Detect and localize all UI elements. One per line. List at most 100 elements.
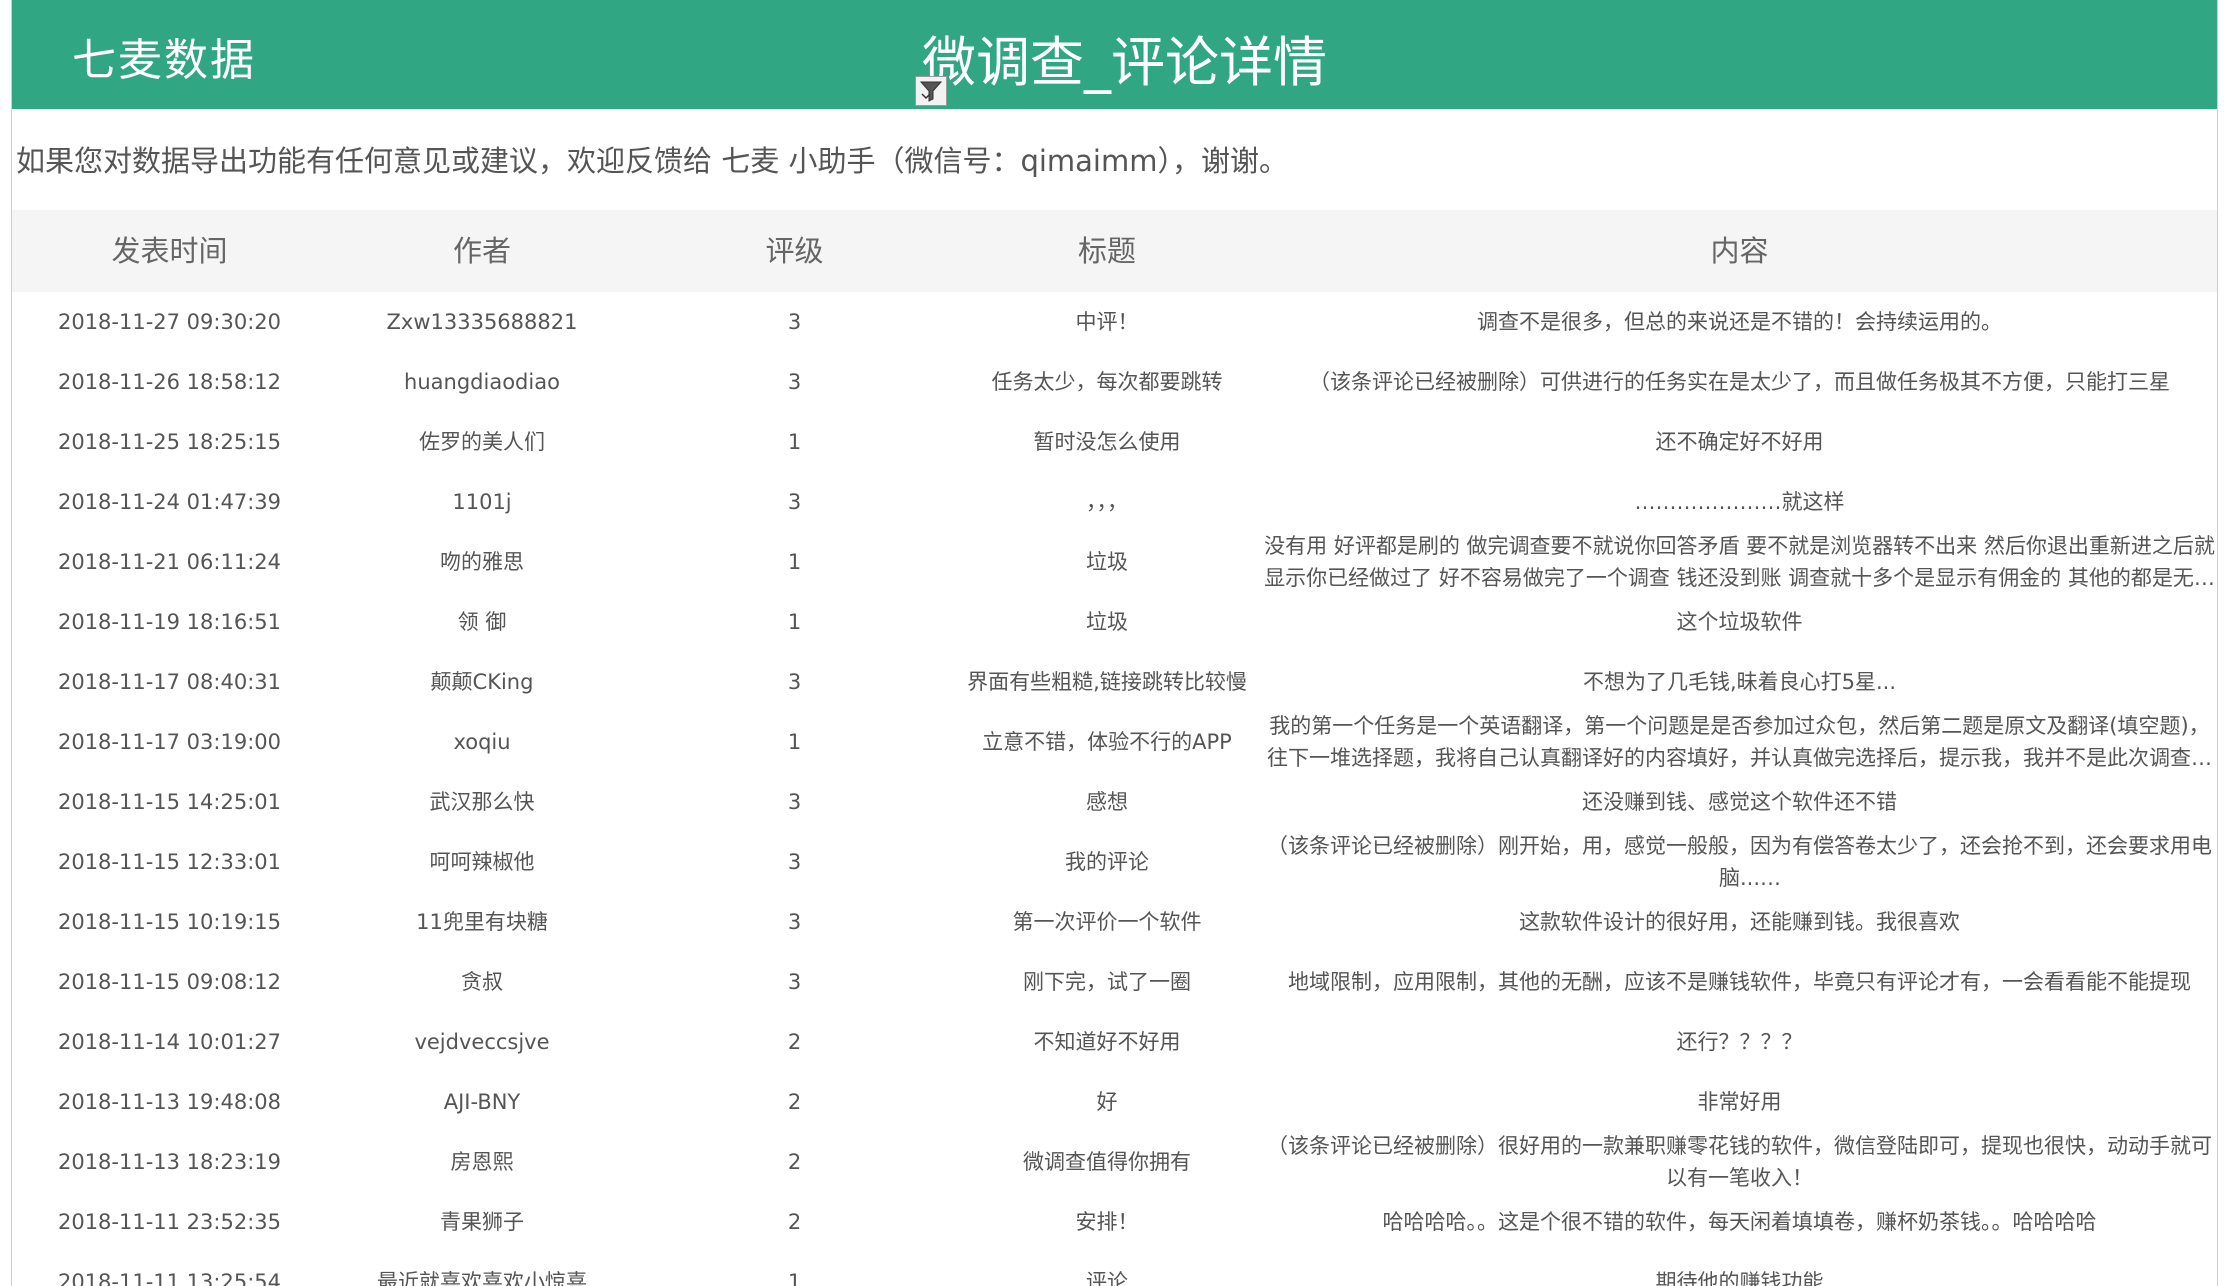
cell-title: 我的评论 <box>952 832 1262 892</box>
col-header-author[interactable]: 作者 <box>327 210 637 292</box>
cell-title: 评论 <box>952 1252 1262 1286</box>
cell-rating-text: 2 <box>787 1150 802 1174</box>
page-title: 微调查_评论详情 <box>922 31 1327 94</box>
cell-time-text: 2018-11-17 08:40:31 <box>57 670 282 694</box>
cell-author: 呵呵辣椒他 <box>327 832 637 892</box>
cell-rating: 3 <box>637 352 952 412</box>
cell-rating: 1 <box>637 712 952 772</box>
cell-author-text: 青果狮子 <box>440 1210 524 1234</box>
cell-content-text: 期待他的赚钱功能 <box>1655 1270 1824 1286</box>
cell-author-text: 领 御 <box>457 610 507 634</box>
cell-author: xoqiu <box>327 712 637 772</box>
cell-rating: 2 <box>637 1012 952 1072</box>
cell-rating-text: 1 <box>787 430 802 454</box>
cell-time: 2018-11-13 19:48:08 <box>12 1072 327 1132</box>
cell-time-text: 2018-11-26 18:58:12 <box>57 370 282 394</box>
cell-time-text: 2018-11-15 09:08:12 <box>57 970 282 994</box>
col-header-time[interactable]: 发表时间 <box>12 210 327 292</box>
table-row: 2018-11-26 18:58:12 huangdiaodiao 3 任务太少，每次… <box>12 352 2217 412</box>
table-row: 2018-11-17 03:19:00 xoqiu 1 立意不错，体验不行的APP 我的… <box>12 712 2217 772</box>
cell-author-text: 1101j <box>452 490 512 514</box>
cell-content-text: （该条评论已经被删除）可供进行的任务实在是太少了，而且做任务极其不方便，只能打三… <box>1309 370 2170 394</box>
cell-content-text: …………………就这样 <box>1634 490 1845 514</box>
cell-time-text: 2018-11-27 09:30:20 <box>57 310 282 334</box>
cell-time: 2018-11-15 10:19:15 <box>12 892 327 952</box>
cell-content: 非常好用 <box>1262 1072 2217 1132</box>
cell-time-text: 2018-11-21 06:11:24 <box>57 550 282 574</box>
col-header-title[interactable]: 标题 <box>952 210 1262 292</box>
cell-content: 调查不是很多，但总的来说还是不错的！会持续运用的。 <box>1262 292 2217 352</box>
cell-rating-text: 3 <box>787 790 802 814</box>
cell-title: 感想 <box>952 772 1262 832</box>
table-body: 2018-11-27 09:30:20 Zxw13335688821 3 中评！ 调查不… <box>12 292 2217 1286</box>
cell-title: 垃圾 <box>952 592 1262 652</box>
cell-author: Zxw13335688821 <box>327 292 637 352</box>
cell-rating: 3 <box>637 892 952 952</box>
table-row: 2018-11-13 18:23:19 房恩熙 2 微调查值得你拥有 （该条评论已经被删… <box>12 1132 2217 1192</box>
cell-time: 2018-11-27 09:30:20 <box>12 292 327 352</box>
table-row: 2018-11-24 01:47:39 1101j 3 ，，， …………………就这样 <box>12 472 2217 532</box>
cell-time-text: 2018-11-25 18:25:15 <box>57 430 282 454</box>
table-header: 发表时间 作者 评级 标题 内容 <box>12 210 2217 292</box>
cell-rating: 3 <box>637 652 952 712</box>
cell-content: 还行？？？？ <box>1262 1012 2217 1072</box>
cell-rating-text: 3 <box>787 670 802 694</box>
cell-content-text: 还没赚到钱、感觉这个软件还不错 <box>1582 790 1897 814</box>
cell-author: 房恩熙 <box>327 1132 637 1192</box>
filter-button[interactable] <box>915 76 947 106</box>
cell-title-text: 任务太少，每次都要跳转 <box>991 370 1223 394</box>
table-row: 2018-11-21 06:11:24 吻的雅思 1 垃圾 没有用 好评都是刷的 做完调… <box>12 532 2217 592</box>
cell-rating: 3 <box>637 472 952 532</box>
cell-rating-text: 3 <box>787 910 802 934</box>
cell-author-text: 颠颠CKing <box>430 670 534 694</box>
cell-rating-text: 2 <box>787 1030 802 1054</box>
cell-content-text: 我的第一个任务是一个英语翻译，第一个问题是是否参加过众包，然后第二题是原文及翻译… <box>1267 714 2212 770</box>
cell-time-text: 2018-11-15 12:33:01 <box>57 850 282 874</box>
cell-content-text: 没有用 好评都是刷的 做完调查要不就说你回答矛盾 要不就是浏览器转不出来 然后你… <box>1264 534 2215 590</box>
cell-content-text: 不想为了几毛钱,昧着良心打5星... <box>1582 670 1897 694</box>
cell-author-text: Zxw13335688821 <box>386 310 578 334</box>
cell-rating-text: 3 <box>787 370 802 394</box>
cell-time: 2018-11-15 09:08:12 <box>12 952 327 1012</box>
cell-time-text: 2018-11-14 10:01:27 <box>57 1030 282 1054</box>
cell-author-text: 最近就喜欢喜欢小惊喜 <box>377 1270 587 1286</box>
table-row: 2018-11-27 09:30:20 Zxw13335688821 3 中评！ 调查不… <box>12 292 2217 352</box>
cell-author: 武汉那么快 <box>327 772 637 832</box>
cell-title: 垃圾 <box>952 532 1262 592</box>
cell-content-text: 还行？？？？ <box>1676 1030 1803 1054</box>
cell-time: 2018-11-24 01:47:39 <box>12 472 327 532</box>
cell-author: 贪叔 <box>327 952 637 1012</box>
table-row: 2018-11-19 18:16:51 领 御 1 垃圾 这个垃圾软件 <box>12 592 2217 652</box>
cell-title: 立意不错，体验不行的APP <box>952 712 1262 772</box>
table-row: 2018-11-15 10:19:15 11兜里有块糖 3 第一次评价一个软件 这款软件… <box>12 892 2217 952</box>
cell-time-text: 2018-11-15 10:19:15 <box>57 910 282 934</box>
cell-rating-text: 3 <box>787 310 802 334</box>
cell-content: 期待他的赚钱功能 <box>1262 1252 2217 1286</box>
cell-title-text: 第一次评价一个软件 <box>1012 910 1202 934</box>
cell-rating: 1 <box>637 412 952 472</box>
cell-content: 还不确定好不好用 <box>1262 412 2217 472</box>
col-header-rating[interactable]: 评级 <box>637 210 952 292</box>
cell-title-text: 界面有些粗糙,链接跳转比较慢 <box>967 670 1247 694</box>
cell-time: 2018-11-21 06:11:24 <box>12 532 327 592</box>
cell-title: 任务太少，每次都要跳转 <box>952 352 1262 412</box>
cell-author: 11兜里有块糖 <box>327 892 637 952</box>
cell-rating-text: 3 <box>787 490 802 514</box>
cell-time: 2018-11-11 23:52:35 <box>12 1192 327 1252</box>
cell-time: 2018-11-14 10:01:27 <box>12 1012 327 1072</box>
cell-author-text: 11兜里有块糖 <box>416 910 548 934</box>
cell-content: 哈哈哈哈。。这是个很不错的软件，每天闲着填填卷，赚杯奶茶钱。。哈哈哈哈 <box>1262 1192 2217 1252</box>
col-header-content[interactable]: 内容 <box>1262 210 2217 292</box>
cell-author-text: 武汉那么快 <box>429 790 535 814</box>
cell-title: 安排！ <box>952 1192 1262 1252</box>
cell-rating-text: 1 <box>787 610 802 634</box>
cell-title-text: ，，， <box>1086 490 1128 514</box>
table-row: 2018-11-15 12:33:01 呵呵辣椒他 3 我的评论 （该条评论已经被删除）… <box>12 832 2217 892</box>
cell-title-text: 暂时没怎么使用 <box>1033 430 1181 454</box>
cell-rating: 3 <box>637 772 952 832</box>
cell-title-text: 好 <box>1096 1090 1118 1114</box>
cell-author-text: xoqiu <box>453 730 511 754</box>
cell-content: （该条评论已经被删除）可供进行的任务实在是太少了，而且做任务极其不方便，只能打三… <box>1262 352 2217 412</box>
cell-title: 不知道好不好用 <box>952 1012 1262 1072</box>
cell-author: vejdveccsjve <box>327 1012 637 1072</box>
